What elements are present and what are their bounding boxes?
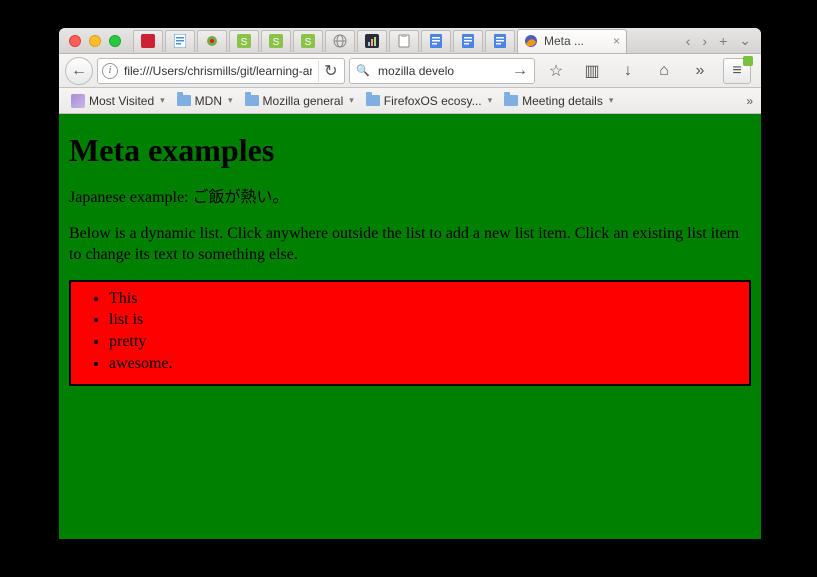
bookmark-item[interactable]: Meeting details ▾	[500, 92, 617, 110]
chevron-down-icon: ▾	[609, 95, 614, 106]
home-button[interactable]: ⌂	[651, 59, 677, 83]
search-bar[interactable]: 🔍 →	[349, 58, 535, 84]
minimize-window-button[interactable]	[89, 35, 101, 47]
green-s-icon: S	[237, 34, 251, 48]
chevron-down-icon: ▾	[228, 95, 233, 106]
list-item[interactable]: awesome.	[109, 353, 739, 375]
google-doc-icon	[430, 34, 442, 48]
bookmark-label: MDN	[195, 94, 222, 108]
bookmark-item[interactable]: MDN ▾	[173, 92, 237, 110]
folder-icon	[245, 95, 259, 106]
pinned-tab-2[interactable]	[165, 30, 195, 52]
pinned-tab-10[interactable]	[421, 30, 451, 52]
bookmark-item[interactable]: Mozilla general ▾	[241, 92, 358, 110]
navigation-toolbar: ← i ↻ 🔍 → ☆ ▥ ↓ ⌂ » ≡	[59, 54, 761, 88]
url-bar[interactable]: i ↻	[97, 58, 345, 84]
chevron-down-icon: ▾	[349, 95, 354, 106]
pinned-tabs: S S S	[133, 30, 515, 52]
tab-title: Meta ...	[544, 34, 607, 48]
pinned-tab-3[interactable]	[197, 30, 227, 52]
reload-button[interactable]: ↻	[318, 60, 342, 82]
active-tab[interactable]: Meta ... ×	[517, 29, 627, 53]
tab-close-button[interactable]: ×	[613, 34, 620, 48]
svg-text:S: S	[241, 37, 248, 48]
list-item[interactable]: pretty	[109, 331, 739, 353]
dynamic-list: Thislist isprettyawesome.	[81, 288, 739, 374]
close-window-button[interactable]	[69, 35, 81, 47]
window-controls	[59, 35, 121, 47]
dynamic-list-box[interactable]: Thislist isprettyawesome.	[69, 280, 751, 386]
pinned-tab-8[interactable]	[357, 30, 387, 52]
bug-icon	[205, 34, 219, 48]
tabs-overflow-button[interactable]: ⌄	[739, 32, 751, 49]
tabbar-controls: ‹ › + ⌄	[686, 32, 761, 49]
search-icon: 🔍	[356, 64, 370, 77]
search-input[interactable]	[376, 63, 506, 79]
folder-icon	[366, 95, 380, 106]
red-app-icon	[141, 34, 155, 48]
downloads-button[interactable]: ↓	[615, 59, 641, 83]
maximize-window-button[interactable]	[109, 35, 121, 47]
pinned-tab-11[interactable]	[453, 30, 483, 52]
menu-icon: ≡	[732, 62, 741, 80]
chevron-down-icon: ▾	[488, 95, 493, 106]
globe-icon	[333, 34, 347, 48]
bookmark-item[interactable]: Most Visited ▾	[67, 92, 169, 110]
dark-app-icon	[365, 34, 379, 48]
url-input[interactable]	[122, 63, 314, 79]
bookmark-star-button[interactable]: ☆	[543, 59, 569, 83]
update-badge-icon	[743, 56, 753, 66]
firefox-icon	[524, 34, 538, 48]
doc-icon	[174, 34, 186, 48]
chevron-down-icon: ▾	[160, 95, 165, 106]
pinned-tab-1[interactable]	[133, 30, 163, 52]
reload-icon: ↻	[324, 61, 337, 81]
browser-window: S S S Meta ... × ‹ › + ⌄ ← i	[59, 28, 761, 539]
japanese-example-text: Japanese example: ご飯が熱い。	[69, 187, 751, 209]
page-content[interactable]: Meta examples Japanese example: ご飯が熱い。 B…	[59, 114, 761, 539]
library-button[interactable]: ▥	[579, 59, 605, 83]
site-info-button[interactable]: i	[102, 63, 118, 79]
bookmarks-bar: Most Visited▾MDN▾Mozilla general▾Firefox…	[59, 88, 761, 114]
new-tab-button[interactable]: +	[719, 33, 727, 49]
pinned-tab-7[interactable]	[325, 30, 355, 52]
google-doc-icon	[494, 34, 506, 48]
tab-scroll-left-button[interactable]: ‹	[686, 33, 691, 49]
svg-text:S: S	[305, 37, 312, 48]
bookmark-item[interactable]: FirefoxOS ecosy... ▾	[362, 92, 496, 110]
bookmark-label: Meeting details	[522, 94, 603, 108]
pinned-tab-9[interactable]	[389, 30, 419, 52]
pinned-tab-12[interactable]	[485, 30, 515, 52]
folder-icon	[177, 95, 191, 106]
instructions-text: Below is a dynamic list. Click anywhere …	[69, 223, 751, 266]
google-doc-icon	[462, 34, 474, 48]
bookmark-label: Most Visited	[89, 94, 154, 108]
pinned-tab-5[interactable]: S	[261, 30, 291, 52]
titlebar: S S S Meta ... × ‹ › + ⌄	[59, 28, 761, 54]
bookmark-label: FirefoxOS ecosy...	[384, 94, 482, 108]
bookmark-label: Mozilla general	[263, 94, 344, 108]
list-item[interactable]: This	[109, 288, 739, 310]
back-button[interactable]: ←	[65, 57, 93, 85]
list-item[interactable]: list is	[109, 309, 739, 331]
pinned-tab-4[interactable]: S	[229, 30, 259, 52]
app-menu-button[interactable]: ≡	[723, 58, 751, 84]
clipboard-icon	[398, 34, 410, 48]
tab-scroll-right-button[interactable]: ›	[702, 33, 707, 49]
toolbar-overflow-button[interactable]: »	[687, 59, 713, 83]
folder-icon	[504, 95, 518, 106]
page-heading: Meta examples	[69, 132, 751, 169]
bookmarks-overflow-button[interactable]: »	[746, 94, 753, 108]
svg-text:S: S	[273, 37, 280, 48]
green-s-icon: S	[301, 34, 315, 48]
green-s-icon: S	[269, 34, 283, 48]
search-go-button[interactable]: →	[512, 62, 528, 80]
toolbar-right: ☆ ▥ ↓ ⌂ » ≡	[539, 58, 755, 84]
arrow-left-icon: ←	[71, 62, 87, 80]
pinned-tab-6[interactable]: S	[293, 30, 323, 52]
most-visited-icon	[71, 94, 85, 108]
